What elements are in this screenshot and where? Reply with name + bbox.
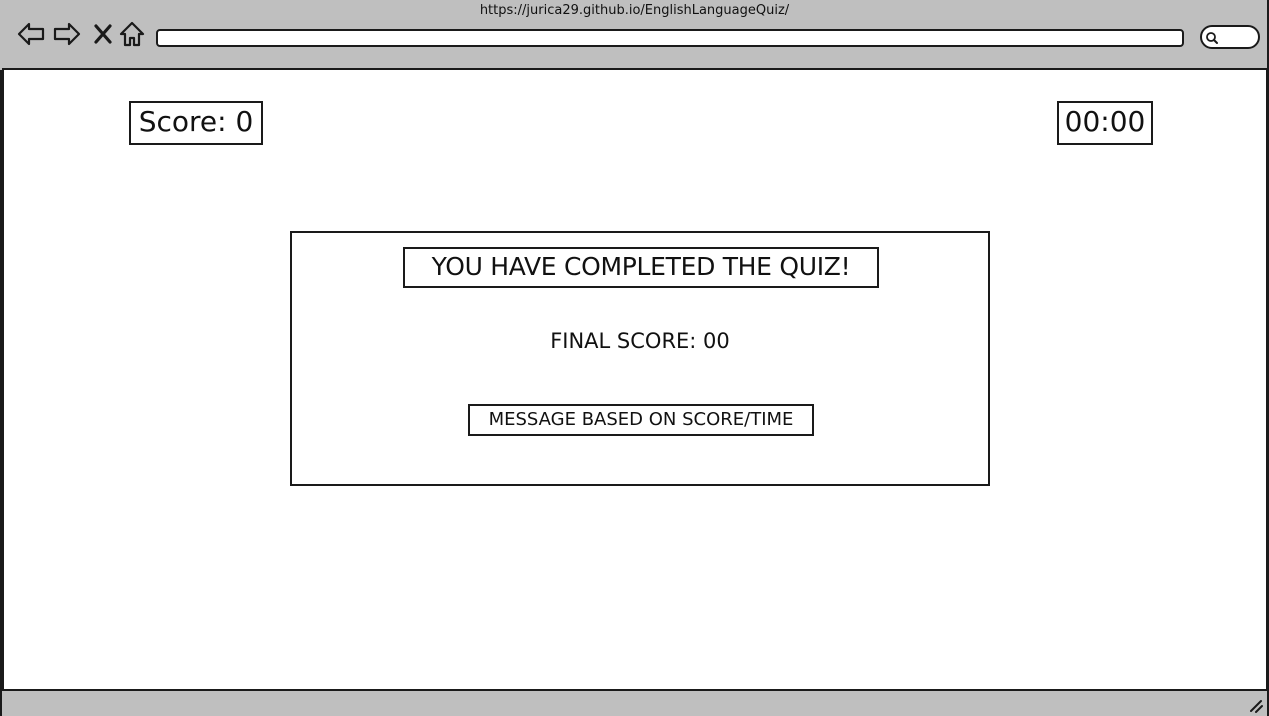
page-url: https://jurica29.github.io/EnglishLangua…	[479, 3, 790, 18]
browser-toolbar: https://jurica29.github.io/EnglishLangua…	[2, 0, 1267, 70]
window-left-border	[0, 0, 4, 716]
address-bar[interactable]	[156, 29, 1184, 47]
score-message: MESSAGE BASED ON SCORE/TIME	[468, 404, 814, 436]
forward-arrow-icon[interactable]	[52, 19, 82, 49]
search-box[interactable]	[1200, 25, 1260, 49]
final-score-text: FINAL SCORE: 00	[550, 329, 730, 353]
resize-grip-icon[interactable]	[1247, 697, 1263, 713]
back-arrow-icon[interactable]	[16, 19, 46, 49]
browser-window: https://jurica29.github.io/EnglishLangua…	[0, 0, 1269, 716]
score-display: Score: 0	[129, 101, 263, 145]
search-icon	[1206, 32, 1218, 44]
close-icon[interactable]	[88, 19, 118, 49]
quiz-complete-panel: YOU HAVE COMPLETED THE QUIZ! FINAL SCORE…	[290, 231, 990, 486]
home-icon[interactable]	[117, 19, 147, 49]
status-bar	[2, 689, 1267, 716]
toolbar-edge	[0, 0, 2, 70]
timer-display: 00:00	[1057, 101, 1153, 145]
quiz-complete-heading: YOU HAVE COMPLETED THE QUIZ!	[403, 247, 879, 288]
